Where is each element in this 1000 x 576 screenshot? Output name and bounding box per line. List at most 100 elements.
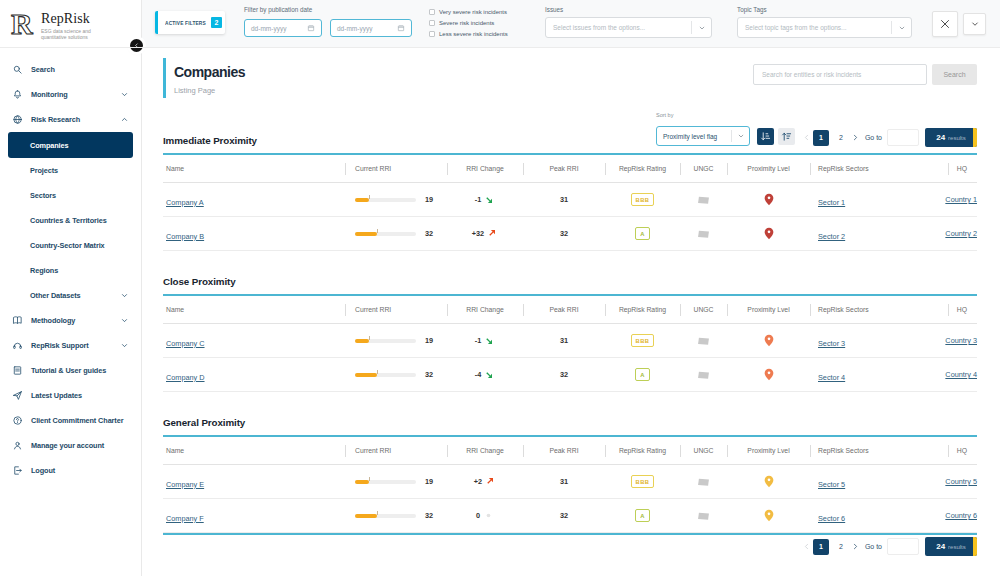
search-button[interactable]: Search — [932, 64, 977, 85]
column-header: Current RRI — [345, 447, 447, 454]
user-icon — [12, 440, 23, 451]
column-separator — [948, 304, 949, 316]
column-separator — [605, 304, 606, 316]
sector-link[interactable]: Sector 2 — [818, 232, 845, 241]
proximity-pin-icon — [764, 509, 774, 522]
column-header: RepRisk Sectors — [810, 165, 948, 172]
sidebar-item-regions[interactable]: Regions — [0, 258, 142, 283]
sidebar-item-logout[interactable]: Logout — [0, 458, 142, 483]
rri-decrease-arrow-icon — [484, 369, 495, 380]
hq-cell: Country 6 — [948, 511, 977, 520]
proximity-level-cell — [727, 334, 810, 347]
company-link[interactable]: Company E — [166, 480, 204, 489]
date-to-input[interactable]: dd-mm-yyyy — [330, 19, 412, 37]
date-from-input[interactable]: dd-mm-yyyy — [244, 19, 322, 37]
rating-badge: BBB — [631, 334, 655, 347]
column-header: RRI Change — [447, 165, 523, 172]
date-to-placeholder: dd-mm-yyyy — [337, 25, 372, 32]
rri-change-cell: -4 — [447, 369, 523, 380]
globe-icon — [12, 114, 23, 125]
peak-rri-value: 32 — [560, 511, 568, 520]
active-filters-count-badge: 2 — [211, 17, 222, 28]
column-header: RRI Change — [447, 447, 523, 454]
country-link[interactable]: Country 4 — [945, 370, 977, 379]
sidebar-item-projects[interactable]: Projects — [0, 158, 142, 183]
sector-link[interactable]: Sector 3 — [818, 339, 845, 348]
issues-dropdown[interactable]: Select issues from the options... — [545, 17, 712, 38]
country-link[interactable]: Country 5 — [945, 477, 977, 486]
sidebar-item-risk-research[interactable]: Risk Research — [0, 107, 142, 132]
headset-icon — [12, 340, 23, 351]
column-header: RepRisk Rating — [605, 165, 680, 172]
close-filters-button[interactable] — [932, 11, 958, 37]
checkbox[interactable] — [429, 31, 435, 37]
sector-link[interactable]: Sector 1 — [818, 198, 845, 207]
checkbox[interactable] — [429, 9, 435, 15]
topic-tags-dropdown[interactable]: Select topic tags from the options... — [737, 17, 912, 38]
current-rri-value: 32 — [425, 370, 433, 379]
sidebar-item-companies[interactable]: Companies — [8, 132, 133, 158]
company-link[interactable]: Company F — [166, 514, 204, 523]
column-separator — [345, 163, 346, 175]
column-header: HQ — [948, 447, 977, 454]
page-2-button[interactable]: 2 — [833, 539, 849, 555]
column-separator — [345, 445, 346, 457]
column-separator — [345, 304, 346, 316]
page-1-button[interactable]: 1 — [813, 539, 829, 555]
rri-bar-tick — [377, 229, 378, 233]
active-filters-button[interactable]: ACTIVE FILTERS 2 — [155, 11, 225, 34]
calendar-icon — [307, 24, 315, 32]
rri-bar-track — [355, 373, 416, 377]
page-prev-icon[interactable] — [802, 542, 811, 551]
hq-cell: Country 4 — [948, 370, 977, 379]
company-link[interactable]: Company D — [166, 373, 205, 382]
sidebar-collapse-button[interactable] — [130, 39, 143, 52]
checkbox[interactable] — [429, 20, 435, 26]
country-link[interactable]: Country 1 — [945, 195, 977, 204]
country-link[interactable]: Country 6 — [945, 511, 977, 520]
company-link[interactable]: Company A — [166, 198, 204, 207]
sidebar-item-label: Search — [31, 65, 55, 74]
company-link[interactable]: Company C — [166, 339, 205, 348]
sidebar-item-countries-territories[interactable]: Countries & Territories — [0, 208, 142, 233]
peak-rri-value: 31 — [560, 195, 568, 204]
section-title: Close Proximity — [163, 271, 977, 294]
company-name-cell: Company F — [163, 507, 345, 525]
rri-change-value: 0 — [476, 511, 480, 520]
country-link[interactable]: Country 3 — [945, 336, 977, 345]
sidebar-item-reprisk-support[interactable]: RepRisk Support — [0, 333, 142, 358]
sector-link[interactable]: Sector 5 — [818, 480, 845, 489]
country-link[interactable]: Country 2 — [945, 229, 977, 238]
sidebar-item-monitoring[interactable]: Monitoring — [0, 82, 142, 107]
page-next-icon[interactable] — [851, 542, 860, 551]
sector-link[interactable]: Sector 4 — [818, 373, 845, 382]
chevron-down-icon — [120, 316, 129, 325]
search-icon — [12, 64, 23, 75]
table-row: Company D32-432ASector 4Country 4 — [163, 358, 977, 392]
column-header: HQ — [948, 165, 977, 172]
sector-link[interactable]: Sector 6 — [818, 514, 845, 523]
collapse-filters-button[interactable] — [963, 13, 986, 35]
goto-page-input[interactable] — [887, 538, 919, 555]
sidebar-item-latest-updates[interactable]: Latest Updates — [0, 383, 142, 408]
entity-search-input[interactable]: Search for entities or risk incidents — [753, 64, 927, 85]
reprisk-rating-cell: A — [605, 368, 680, 381]
sidebar-item-sectors[interactable]: Sectors — [0, 183, 142, 208]
sidebar-item-client-commitment-charter[interactable]: Client Commitment Charter — [0, 408, 142, 433]
sidebar-item-search[interactable]: Search — [0, 57, 142, 82]
column-header: Peak RRI — [523, 306, 605, 313]
ungc-cell — [680, 477, 727, 487]
company-link[interactable]: Company B — [166, 232, 204, 241]
sidebar-item-manage-your-account[interactable]: Manage your account — [0, 433, 142, 458]
table-row: Company A19-131BBBSector 1Country 1 — [163, 183, 977, 217]
reprisk-rating-cell: BBB — [605, 475, 680, 488]
rri-change-cell: +2 — [447, 476, 523, 487]
column-header: RepRisk Sectors — [810, 306, 948, 313]
peak-rri-cell: 31 — [523, 477, 605, 486]
sidebar-item-country-sector-matrix[interactable]: Country-Sector Matrix — [0, 233, 142, 258]
column-header: RepRisk Sectors — [810, 447, 948, 454]
rri-bar-fill — [355, 339, 369, 343]
sidebar-item-other-datasets[interactable]: Other Datasets — [0, 283, 142, 308]
sidebar-item-tutorial-user-guides[interactable]: Tutorial & User guides — [0, 358, 142, 383]
sidebar-item-methodology[interactable]: Methodology — [0, 308, 142, 333]
